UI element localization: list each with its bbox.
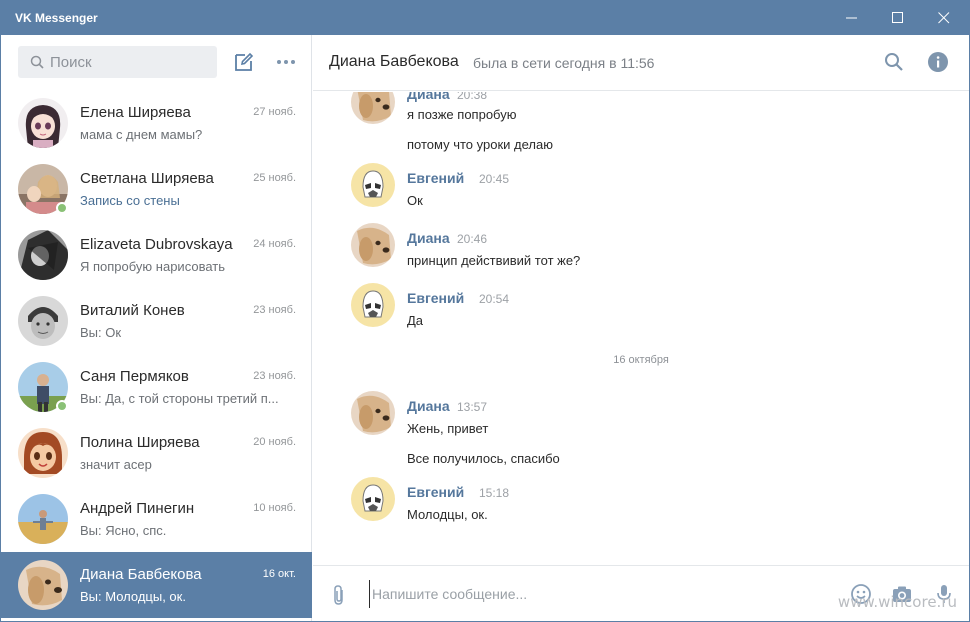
message-text: принцип действивий тот же? bbox=[407, 253, 581, 268]
message-text: Ок bbox=[407, 193, 423, 208]
title-bar[interactable]: VK Messenger bbox=[1, 1, 969, 35]
dialog-item-active[interactable]: Диана Бавбекова 16 окт. Вы: Молодцы, ок. bbox=[1, 552, 312, 618]
minimize-button[interactable] bbox=[829, 1, 875, 35]
dialog-name: Диана Бавбекова bbox=[80, 566, 202, 583]
dialog-item[interactable]: Андрей Пинегин 10 нояб. Вы: Ясно, спс. bbox=[1, 486, 312, 552]
app-window: VK Messenger Поиск Елена Ширяева 27 нояб… bbox=[0, 0, 970, 622]
compose-icon[interactable] bbox=[233, 51, 255, 73]
dialog-date: 23 нояб. bbox=[253, 304, 296, 316]
dialog-item[interactable]: Саня Пермяков 23 нояб. Вы: Да, с той сто… bbox=[1, 354, 312, 420]
message-text: потому что уроки делаю bbox=[407, 137, 553, 152]
dialog-item[interactable]: Полина Ширяева 20 нояб. значит асер bbox=[1, 420, 312, 486]
chat-title[interactable]: Диана Бавбекова bbox=[329, 53, 459, 71]
message-author[interactable]: Евгений bbox=[407, 484, 464, 500]
dialog-item[interactable]: Елена Ширяева 27 нояб. мама с днем мамы? bbox=[1, 90, 312, 156]
dialog-preview: Запись со стены bbox=[80, 193, 180, 208]
dialog-preview: значит асер bbox=[80, 457, 152, 472]
dialog-item[interactable]: Виталий Конев 23 нояб. Вы: Ок bbox=[1, 288, 312, 354]
dialog-name: Elizaveta Dubrovskaya bbox=[80, 236, 233, 253]
date-divider: 16 октября bbox=[613, 354, 669, 366]
dialog-name: Андрей Пинегин bbox=[80, 500, 195, 517]
minimize-icon bbox=[846, 17, 857, 19]
dialog-date: 16 окт. bbox=[262, 568, 296, 580]
close-icon bbox=[938, 12, 950, 24]
avatar bbox=[18, 296, 68, 346]
chat-status: была в сети сегодня в 11:56 bbox=[473, 55, 655, 71]
dialog-name: Елена Ширяева bbox=[80, 104, 191, 121]
window-title: VK Messenger bbox=[15, 11, 98, 25]
message-time: 13:57 bbox=[457, 400, 488, 414]
message-time: 20:38 bbox=[457, 92, 488, 102]
close-button[interactable] bbox=[921, 1, 967, 35]
avatar[interactable] bbox=[351, 283, 395, 327]
dialog-date: 10 нояб. bbox=[253, 502, 296, 514]
composer: www.wincore.ru bbox=[313, 565, 969, 621]
message-text: Все получилось, спасибо bbox=[407, 451, 560, 466]
avatar bbox=[18, 230, 68, 280]
message-text: Да bbox=[407, 313, 424, 328]
dialog-name: Полина Ширяева bbox=[80, 434, 200, 451]
search-icon[interactable] bbox=[883, 51, 905, 73]
avatar bbox=[18, 560, 68, 610]
dialog-preview: Вы: Молодцы, ок. bbox=[80, 589, 186, 604]
dialog-preview: Вы: Ясно, спс. bbox=[80, 523, 167, 538]
watermark: www.wincore.ru bbox=[837, 593, 957, 611]
dialog-date: 20 нояб. bbox=[253, 436, 296, 448]
message-history[interactable]: Диана 20:38 я позже попробую потому что … bbox=[313, 92, 969, 564]
dialog-date: 23 нояб. bbox=[253, 370, 296, 382]
dialog-list: Елена Ширяева 27 нояб. мама с днем мамы?… bbox=[1, 90, 312, 618]
dialog-preview: Вы: Ок bbox=[80, 325, 122, 340]
message-author[interactable]: Диана bbox=[407, 92, 450, 102]
message-author[interactable]: Евгений bbox=[407, 170, 464, 186]
maximize-button[interactable] bbox=[875, 1, 921, 35]
info-icon[interactable] bbox=[927, 51, 949, 73]
chat-header: Диана Бавбекова была в сети сегодня в 11… bbox=[313, 35, 969, 91]
message-author[interactable]: Диана bbox=[407, 398, 450, 414]
message-input[interactable] bbox=[369, 580, 829, 608]
message-time: 20:45 bbox=[479, 172, 510, 186]
message-time: 15:18 bbox=[479, 486, 510, 500]
more-icon[interactable] bbox=[275, 51, 297, 73]
search-input[interactable]: Поиск bbox=[18, 46, 217, 78]
message-text: Жень, привет bbox=[407, 421, 489, 436]
message-time: 20:46 bbox=[457, 232, 488, 246]
dialog-name: Виталий Конев bbox=[80, 302, 185, 319]
message-text: я позже попробую bbox=[407, 107, 517, 122]
avatar[interactable] bbox=[351, 477, 395, 521]
avatar bbox=[18, 98, 68, 148]
dialog-preview: Вы: Да, с той стороны третий п... bbox=[80, 391, 279, 406]
avatar bbox=[18, 428, 68, 478]
dialog-item[interactable]: Elizaveta Dubrovskaya 24 нояб. Я попробу… bbox=[1, 222, 312, 288]
avatar[interactable] bbox=[351, 223, 395, 267]
message-author[interactable]: Евгений bbox=[407, 290, 464, 306]
online-indicator bbox=[56, 400, 68, 412]
dialog-preview: мама с днем мамы? bbox=[80, 127, 203, 142]
avatar[interactable] bbox=[351, 391, 395, 435]
dialogs-sidebar: Поиск Елена Ширяева 27 нояб. мама с днем… bbox=[1, 35, 312, 621]
chat-panel: Диана Бавбекова была в сети сегодня в 11… bbox=[313, 35, 969, 621]
message-author[interactable]: Диана bbox=[407, 230, 450, 246]
dialog-name: Светлана Ширяева bbox=[80, 170, 214, 187]
attach-icon[interactable] bbox=[331, 584, 347, 606]
dialog-preview: Я попробую нарисовать bbox=[80, 259, 225, 274]
search-icon bbox=[30, 55, 44, 69]
message-time: 20:54 bbox=[479, 292, 510, 306]
maximize-icon bbox=[892, 12, 903, 23]
avatar[interactable] bbox=[351, 92, 395, 124]
message-text: Молодцы, ок. bbox=[407, 507, 488, 522]
dialog-date: 27 нояб. bbox=[253, 106, 296, 118]
avatar[interactable] bbox=[351, 163, 395, 207]
online-indicator bbox=[56, 202, 68, 214]
dialog-name: Саня Пермяков bbox=[80, 368, 189, 385]
dialog-date: 24 нояб. bbox=[253, 238, 296, 250]
search-placeholder: Поиск bbox=[50, 54, 92, 71]
dialog-date: 25 нояб. bbox=[253, 172, 296, 184]
avatar bbox=[18, 494, 68, 544]
dialog-item[interactable]: Светлана Ширяева 25 нояб. Запись со стен… bbox=[1, 156, 312, 222]
